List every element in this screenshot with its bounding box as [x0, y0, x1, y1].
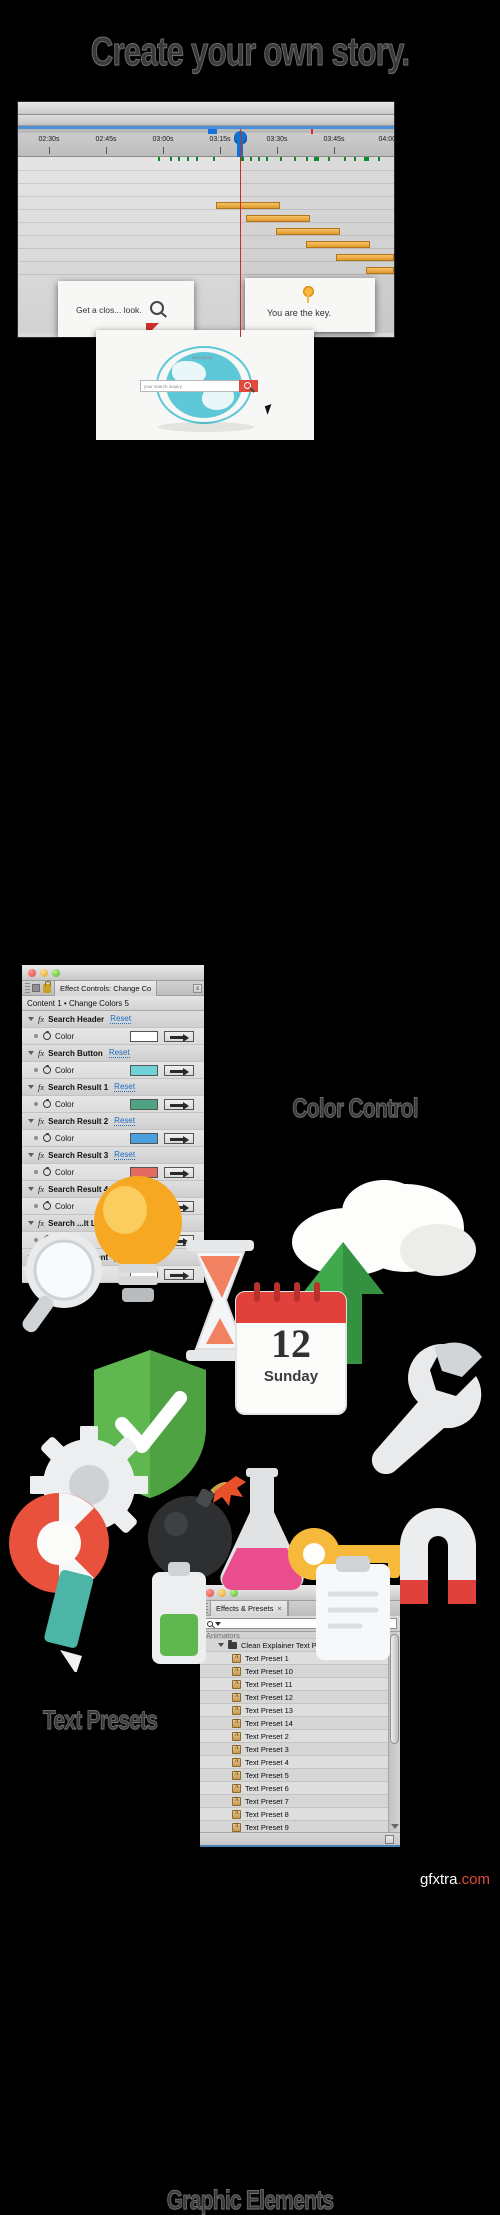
- clipboard-icon: [316, 1556, 390, 1660]
- magnifier-icon: [22, 1232, 102, 1333]
- ruler-tick-label: 03:15s: [209, 136, 231, 143]
- preview-card-right[interactable]: You are the key.: [245, 278, 375, 332]
- wrench-icon: [371, 1342, 482, 1475]
- preview-right-caption: You are the key.: [267, 308, 332, 318]
- hero-section: Create your own story. ! h 02:30s 02:45s…: [0, 0, 500, 470]
- color-control-section: Color Control Effect Controls: Change Co…: [0, 478, 500, 1283]
- battery-icon: [152, 1562, 206, 1664]
- preview-left-caption: Get a clos... look.: [76, 305, 142, 315]
- magnet-icon: [400, 1508, 476, 1604]
- footer-bar: gfxtra.com: [0, 1862, 500, 1896]
- timeline-layer-bar[interactable]: [216, 202, 280, 209]
- magnifier-icon: [150, 301, 164, 315]
- graphics-collage: 12 Sunday: [0, 1150, 500, 1880]
- hero-title-wrap: Create your own story.: [0, 30, 500, 75]
- window-topbar-secondary: [18, 115, 394, 126]
- globe-shadow: [158, 422, 254, 432]
- calendar-day-number: 12: [271, 1321, 311, 1366]
- text-presets-section: Text Presets Effects & Presets × Animato…: [0, 790, 500, 1847]
- globe-label: www.query: [192, 355, 213, 360]
- ruler-tick-label: 02:30s: [38, 136, 60, 143]
- watermark-suffix: .com: [457, 1871, 490, 1888]
- timeline-layer-bar[interactable]: [306, 241, 370, 248]
- calendar-weekday: Sunday: [263, 1368, 319, 1385]
- graphic-elements-heading: Graphic Elements: [166, 2185, 334, 2215]
- work-area-start-handle[interactable]: [208, 129, 217, 134]
- timeline-layer-bar[interactable]: [366, 267, 394, 274]
- pencil-icon: [44, 1570, 94, 1672]
- preview-card-main[interactable]: www.query your search inquiry: [96, 330, 314, 440]
- timeline-ruler[interactable]: 02:30s 02:45s 03:00s 03:15s 03:30s 03:45…: [18, 129, 394, 157]
- timeline-layer-bar[interactable]: [276, 228, 340, 235]
- timeline-layer-bar[interactable]: [336, 254, 394, 261]
- ruler-tick-label: 03:00s: [152, 136, 174, 143]
- search-input-placeholder: your search inquiry: [144, 384, 183, 389]
- ruler-tick-label: 04:00s: [378, 136, 394, 143]
- ruler-tick-label: 03:45s: [323, 136, 345, 143]
- watermark: gfxtra.com: [420, 1871, 490, 1888]
- timeline-layer-bar[interactable]: [246, 215, 310, 222]
- ruler-tick-label: 02:45s: [95, 136, 117, 143]
- search-icon: [244, 382, 251, 389]
- page-title: Create your own story.: [90, 30, 410, 75]
- watermark-text: gfxtra: [419, 1871, 458, 1888]
- cti-line: [240, 129, 241, 337]
- preview-card-left[interactable]: Get a clos... look.: [58, 281, 194, 337]
- window-topbar: [18, 102, 394, 115]
- work-area-bar[interactable]: [18, 129, 394, 133]
- keyframe-strip: [18, 157, 394, 161]
- ruler-tick-label: 03:30s: [266, 136, 288, 143]
- key-icon: [303, 286, 314, 303]
- work-area-end-marker[interactable]: [311, 129, 313, 134]
